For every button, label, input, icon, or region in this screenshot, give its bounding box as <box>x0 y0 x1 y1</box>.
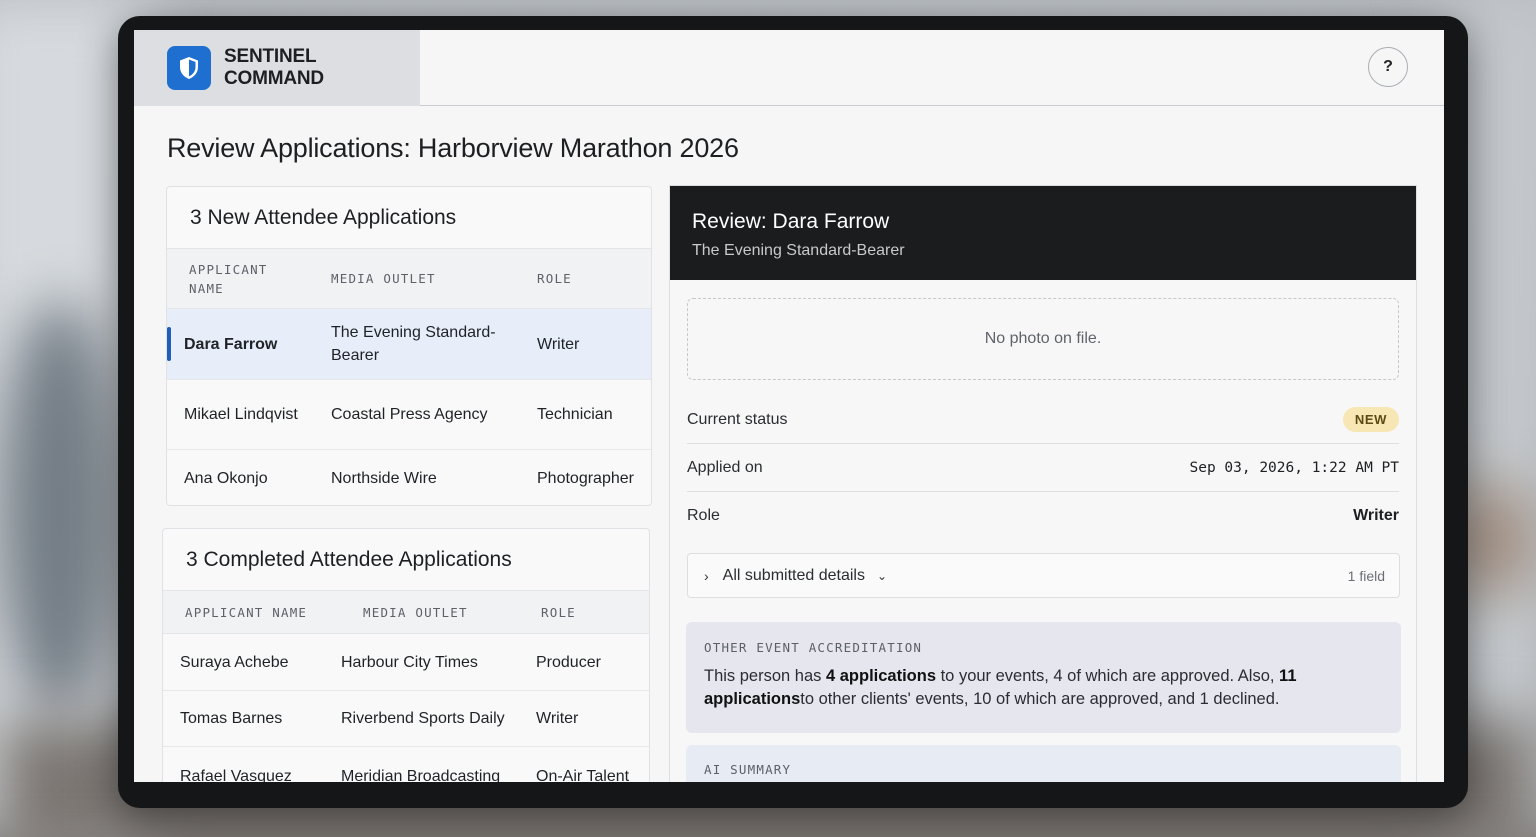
role: Producer <box>536 653 601 671</box>
app-screen: SENTINEL COMMAND ? Review Applications: … <box>134 30 1444 782</box>
ai-summary-label: AI SUMMARY <box>704 762 792 777</box>
monitor-frame: SENTINEL COMMAND ? Review Applications: … <box>118 16 1468 808</box>
applicant-name: Mikael Lindqvist <box>184 406 298 423</box>
table-row[interactable]: Suraya Achebe Harbour City Times Produce… <box>163 634 649 691</box>
table-header: APPLICANT NAME MEDIA OUTLET ROLE <box>167 249 651 309</box>
table-row[interactable]: Rafael Vasquez Meridian Broadcasting On-… <box>163 747 649 782</box>
column-applicant-name[interactable]: APPLICANT NAME <box>163 601 341 624</box>
brand-line-2: COMMAND <box>224 68 324 89</box>
review-title: Review: Dara Farrow <box>692 210 890 233</box>
other-accreditation-label: OTHER EVENT ACCREDITATION <box>704 640 923 655</box>
chevron-right-icon: › <box>704 567 709 584</box>
applied-value: Sep 03, 2026, 1:22 AM PT <box>1189 459 1399 476</box>
role-label: Role <box>687 507 720 524</box>
applied-row: Applied on Sep 03, 2026, 1:22 AM PT <box>687 444 1399 492</box>
table-row[interactable]: Tomas Barnes Riverbend Sports Daily Writ… <box>163 691 649 747</box>
new-applications-heading: 3 New Attendee Applications <box>167 187 651 249</box>
column-media-outlet[interactable]: MEDIA OUTLET <box>309 267 515 290</box>
media-outlet: Northside Wire <box>331 470 437 487</box>
brand[interactable]: SENTINEL COMMAND <box>134 30 420 106</box>
column-applicant-name[interactable]: APPLICANT NAME <box>167 260 309 298</box>
page-title: Review Applications: Harborview Marathon… <box>167 133 739 163</box>
review-header: Review: Dara Farrow The Evening Standard… <box>670 186 1416 280</box>
media-outlet: Meridian Broadcasting <box>341 768 501 782</box>
background-person <box>0 300 120 720</box>
applied-label: Applied on <box>687 458 763 476</box>
other-accreditation-text: This person has 4 applications to your e… <box>704 667 1297 708</box>
role: Technician <box>537 406 613 423</box>
role: On-Air Talent <box>536 768 630 782</box>
help-button[interactable]: ? <box>1368 47 1408 87</box>
role-row: Role Writer <box>687 492 1399 540</box>
role: Writer <box>537 335 580 353</box>
completed-applications-card: 3 Completed Attendee Applications APPLIC… <box>162 528 650 782</box>
column-media-outlet[interactable]: MEDIA OUTLET <box>341 601 519 624</box>
chevron-down-icon: ⌄ <box>876 568 888 583</box>
media-outlet: Harbour City Times <box>341 653 478 671</box>
review-panel: Review: Dara Farrow The Evening Standard… <box>669 185 1417 782</box>
review-subtitle: The Evening Standard-Bearer <box>692 242 905 259</box>
status-label: Current status <box>687 410 788 428</box>
role: Photographer <box>537 470 634 487</box>
table-header: APPLICANT NAME MEDIA OUTLET ROLE <box>163 591 649 634</box>
other-accreditation-box: OTHER EVENT ACCREDITATION This person ha… <box>686 622 1401 733</box>
status-badge: NEW <box>1342 407 1399 432</box>
brand-line-1: SENTINEL <box>224 46 317 67</box>
applicant-name: Dara Farrow <box>184 335 278 353</box>
applicant-name: Suraya Achebe <box>180 653 289 671</box>
table-row[interactable]: Mikael Lindqvist Coastal Press Agency Te… <box>167 380 651 450</box>
photo-placeholder: No photo on file. <box>687 298 1399 380</box>
media-outlet: Coastal Press Agency <box>331 406 488 423</box>
submitted-details-count: 1 field <box>1347 567 1385 584</box>
role: Writer <box>536 710 579 727</box>
completed-applications-heading: 3 Completed Attendee Applications <box>163 529 649 591</box>
applicant-name: Ana Okonjo <box>184 470 268 487</box>
brand-name: SENTINEL COMMAND <box>224 46 324 90</box>
table-row[interactable]: Dara Farrow The Evening Standard-Bearer … <box>167 309 651 380</box>
role-value: Writer <box>1353 507 1399 524</box>
status-row: Current status NEW <box>687 396 1399 444</box>
applicant-name: Rafael Vasquez <box>180 768 292 782</box>
column-role[interactable]: ROLE <box>519 601 649 624</box>
submitted-details-toggle[interactable]: › All submitted details ⌄ 1 field <box>687 553 1400 598</box>
column-role[interactable]: ROLE <box>515 267 645 290</box>
media-outlet: The Evening Standard-Bearer <box>331 324 496 364</box>
submitted-details-label: All submitted details <box>722 566 865 584</box>
new-applications-card: 3 New Attendee Applications APPLICANT NA… <box>166 186 652 506</box>
applicant-name: Tomas Barnes <box>180 710 283 727</box>
ai-summary-box: AI SUMMARY <box>686 745 1401 782</box>
top-bar: SENTINEL COMMAND ? <box>134 30 1444 106</box>
shield-logo-icon <box>167 46 211 90</box>
media-outlet: Riverbend Sports Daily <box>341 710 505 727</box>
table-row[interactable]: Ana Okonjo Northside Wire Photographer <box>167 450 651 505</box>
